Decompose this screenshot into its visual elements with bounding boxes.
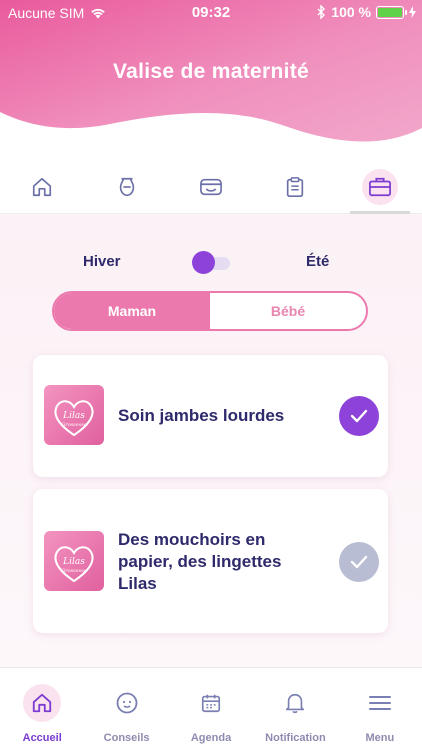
battery-percent: 100 % [331, 4, 371, 20]
baby-bottle-icon [119, 177, 134, 196]
heart-logo-icon: Lilas Grossesse [54, 400, 94, 437]
list-item[interactable]: Lilas Grossesse Soin jambes lourdes [33, 355, 388, 477]
nav-label: Accueil [22, 732, 62, 744]
tab-suitcase[interactable] [338, 160, 422, 214]
diaper-icon [200, 178, 222, 195]
suitcase-icon [368, 177, 391, 196]
home-icon [33, 177, 52, 196]
segment-bebe[interactable]: Bébé [210, 293, 366, 329]
nav-menu[interactable]: Menu [338, 668, 422, 750]
nav-conseils[interactable]: Conseils [84, 668, 168, 750]
tab-feeding[interactable] [84, 160, 168, 213]
season-summer-label: Été [306, 253, 330, 270]
hamburger-icon [368, 696, 391, 710]
segment-maman[interactable]: Maman [54, 293, 210, 329]
bluetooth-icon [317, 5, 326, 19]
nav-accueil[interactable]: Accueil [0, 668, 84, 750]
battery-icon [376, 5, 407, 19]
baby-face-icon [116, 692, 138, 714]
toggle-knob [192, 251, 215, 274]
nav-label: Conseils [103, 732, 150, 744]
season-toggle[interactable] [192, 251, 230, 275]
item-label: Soin jambes lourdes [118, 406, 285, 425]
bottom-navigation: Accueil Conseils Agenda Notification Men… [0, 667, 422, 750]
category-tabs [0, 160, 422, 214]
logo-text-top: Lilas [62, 411, 85, 421]
heart-logo-icon: Lilas Grossesse [54, 546, 94, 583]
status-right: 100 % [317, 4, 416, 20]
status-bar: Aucune SIM 09:32 100 % [0, 0, 422, 26]
nav-label: Notification [265, 732, 326, 744]
mom-baby-segmented-control: Maman Bébé [52, 291, 368, 331]
battery-level [378, 7, 402, 17]
logo-text-bottom: Grossesse [61, 422, 87, 428]
clipboard-icon [287, 176, 304, 197]
season-winter-label: Hiver [83, 253, 121, 270]
main-content: Hiver Été Maman Bébé Lilas Grossesse Soi… [0, 215, 422, 667]
item-label: Des mouchoirs en papier, des lingettes L… [118, 530, 282, 593]
lilas-logo: Lilas Grossesse [44, 385, 104, 445]
item-check-button[interactable] [339, 396, 379, 436]
header: Aucune SIM 09:32 100 % Valise de materni… [0, 0, 422, 160]
page-title: Valise de maternité [113, 60, 309, 83]
nav-label: Menu [365, 732, 395, 744]
tab-home[interactable] [0, 160, 84, 213]
tab-checklist[interactable] [253, 160, 337, 213]
tab-diapers[interactable] [169, 160, 253, 213]
charging-icon [409, 6, 416, 18]
calendar-icon [201, 694, 221, 713]
lilas-logo: Lilas Grossesse [44, 531, 104, 591]
list-item[interactable]: Lilas Grossesse Des mouchoirs en papier,… [33, 489, 388, 633]
nav-notification[interactable]: Notification [253, 668, 337, 750]
nav-label: Agenda [190, 732, 232, 744]
home-icon [33, 693, 52, 713]
bell-icon [286, 693, 305, 714]
checkmark-icon [350, 409, 368, 423]
item-check-button[interactable] [339, 542, 379, 582]
nav-agenda[interactable]: Agenda [169, 668, 253, 750]
season-selector: Hiver Été [0, 251, 422, 275]
logo-text-top: Lilas [62, 557, 85, 567]
checkmark-icon [350, 555, 368, 569]
logo-text-bottom: Grossesse [61, 568, 87, 574]
